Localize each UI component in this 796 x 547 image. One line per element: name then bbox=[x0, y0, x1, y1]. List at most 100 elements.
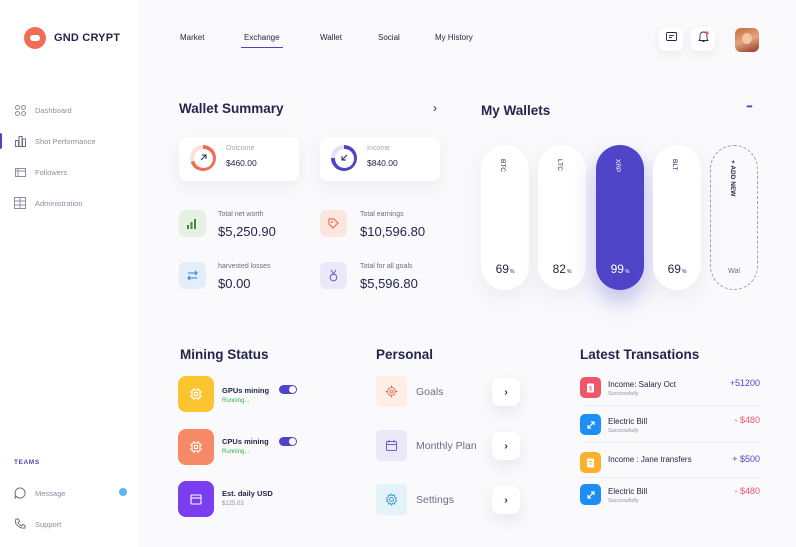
sidebar-item-label: Followers bbox=[35, 167, 68, 177]
net-worth-icon bbox=[179, 210, 206, 237]
outcome-value: $460.00 bbox=[226, 158, 257, 168]
medal-icon bbox=[320, 262, 347, 289]
sidebar-item-label: Shot Performance bbox=[35, 136, 96, 146]
tx-title: Electric Bill bbox=[608, 487, 648, 496]
wallet-card-icon bbox=[178, 481, 214, 517]
add-wallet-button[interactable]: + ADD NEW Wal bbox=[710, 145, 758, 290]
sidebar-item-label: Support bbox=[35, 519, 62, 529]
goals-total-label: Total for all goals bbox=[360, 263, 413, 270]
tx-title: Income : Jane transfers bbox=[608, 455, 692, 464]
tab-exchange[interactable]: Exchange bbox=[241, 33, 283, 48]
cpu-mining-status: Running... bbox=[222, 449, 250, 455]
earnings-label: Total earnings bbox=[360, 211, 404, 218]
transfer-doc-icon bbox=[580, 452, 601, 473]
sidebar-item-support[interactable]: Support bbox=[0, 514, 138, 534]
sidebar-item-shot-performance[interactable]: Shot Performance bbox=[0, 131, 138, 151]
wallet-percent: 99% bbox=[610, 262, 630, 276]
monthly-plan-arrow-button[interactable]: › bbox=[492, 432, 520, 460]
chevron-right-icon[interactable]: › bbox=[433, 101, 437, 115]
wallet-name: BLT bbox=[671, 159, 678, 171]
tx-sub: Successfully bbox=[608, 391, 639, 397]
sidebar-item-followers[interactable]: Followers bbox=[0, 162, 138, 182]
notification-badge bbox=[119, 488, 127, 496]
wallet-pill-btc[interactable]: BTC 69% bbox=[481, 145, 529, 290]
mining-status-title: Mining Status bbox=[180, 347, 269, 362]
divider bbox=[580, 405, 760, 406]
tx-amount: - $480 bbox=[734, 415, 760, 425]
income-label: Income bbox=[367, 145, 390, 152]
arrow-down-left-icon bbox=[340, 149, 349, 167]
gpu-mining-status: Running... bbox=[222, 398, 250, 404]
settings-gear-icon bbox=[376, 484, 407, 515]
logo-icon bbox=[24, 27, 46, 49]
wallet-pill-blt[interactable]: BLT 69% bbox=[653, 145, 701, 290]
sidebar-item-label: Dashboard bbox=[35, 105, 72, 115]
tx-title: Income: Salary Oct bbox=[608, 380, 677, 389]
tx-sub: Successfully bbox=[608, 498, 639, 504]
teams-heading: TEAMS bbox=[14, 459, 40, 466]
income-card: Income $840.00 bbox=[320, 137, 440, 181]
losses-value: $0.00 bbox=[218, 276, 251, 291]
monthly-plan-label: Monthly Plan bbox=[416, 440, 477, 452]
wallet-name: XRP bbox=[614, 159, 621, 173]
tx-amount: - $480 bbox=[734, 486, 760, 496]
divider bbox=[580, 442, 760, 443]
outcome-label: Outcome bbox=[226, 145, 255, 152]
net-worth-label: Total net worth bbox=[218, 211, 264, 218]
tab-market[interactable]: Market bbox=[180, 33, 204, 42]
tab-social[interactable]: Social bbox=[378, 33, 400, 42]
settings-arrow-button[interactable]: › bbox=[492, 486, 520, 514]
sidebar-item-dashboard[interactable]: Dashboard bbox=[0, 100, 138, 120]
goals-total-value: $5,596.80 bbox=[360, 276, 418, 291]
transfer-icon bbox=[580, 414, 601, 435]
wallet-pill-ltc[interactable]: LTC 82% bbox=[538, 145, 586, 290]
gpu-mining-title: GPUs mining bbox=[222, 386, 270, 395]
outcome-card: Outcome $460.00 bbox=[179, 137, 299, 181]
tx-amount: +51200 bbox=[729, 378, 760, 388]
gpu-chip-icon bbox=[178, 376, 214, 412]
more-options-icon[interactable]: ••• bbox=[738, 102, 760, 118]
gpu-mining-toggle[interactable] bbox=[279, 385, 297, 394]
list-icon bbox=[14, 166, 26, 178]
settings-label: Settings bbox=[416, 494, 454, 506]
bar-chart-icon bbox=[14, 135, 26, 147]
messages-button[interactable] bbox=[659, 27, 683, 51]
sidebar-item-label: Message bbox=[35, 488, 66, 498]
grid-icon bbox=[14, 104, 26, 116]
sidebar-item-label: Administration bbox=[35, 198, 83, 208]
sidebar-item-administration[interactable]: Administration bbox=[0, 193, 138, 213]
divider bbox=[580, 477, 760, 478]
add-wallet-label: + ADD NEW bbox=[729, 160, 736, 197]
cpu-chip-icon bbox=[178, 429, 214, 465]
income-doc-icon: $ bbox=[580, 377, 601, 398]
wallet-percent: 69% bbox=[495, 262, 515, 276]
goals-arrow-button[interactable]: › bbox=[492, 378, 520, 406]
net-worth-value: $5,250.90 bbox=[218, 224, 276, 239]
calendar-icon bbox=[376, 430, 407, 461]
transfer-icon bbox=[580, 484, 601, 505]
wallet-name: LTC bbox=[556, 159, 563, 171]
sidebar-item-message[interactable]: Message bbox=[0, 483, 138, 503]
losses-label: harvested losses bbox=[218, 263, 271, 270]
avatar[interactable] bbox=[735, 28, 759, 52]
wallet-name: BTC bbox=[499, 159, 506, 172]
cpu-mining-toggle[interactable] bbox=[279, 437, 297, 446]
daily-usd-value: $125.03 bbox=[222, 501, 244, 507]
tab-my-history[interactable]: My History bbox=[435, 33, 473, 42]
wallet-pill-xrp[interactable]: XRP 99% bbox=[596, 145, 644, 290]
notifications-button[interactable] bbox=[691, 27, 715, 51]
income-ring bbox=[331, 145, 357, 171]
tx-amount: + $500 bbox=[732, 454, 760, 464]
wallet-percent: 82% bbox=[552, 262, 572, 276]
tab-wallet[interactable]: Wallet bbox=[320, 33, 342, 42]
target-icon bbox=[376, 376, 407, 407]
goals-label: Goals bbox=[416, 386, 444, 398]
message-icon bbox=[665, 30, 677, 48]
swap-icon bbox=[179, 262, 206, 289]
sidebar: GND CRYPT Dashboard Shot Performance Fol… bbox=[0, 0, 138, 547]
my-wallets-title: My Wallets bbox=[481, 103, 551, 118]
income-value: $840.00 bbox=[367, 158, 398, 168]
daily-usd-title: Est. daily USD bbox=[222, 489, 273, 498]
transactions-title: Latest Transations bbox=[580, 347, 700, 362]
add-wallet-sub: Wal bbox=[728, 268, 740, 275]
